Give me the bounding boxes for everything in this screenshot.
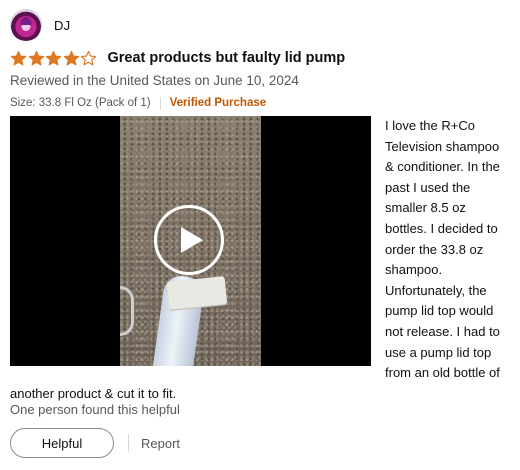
- star-filled-icon: [10, 50, 27, 65]
- review-meta: Size: 33.8 Fl Oz (Pack of 1) Verified Pu…: [10, 95, 510, 111]
- avatar[interactable]: [10, 9, 42, 41]
- verified-purchase-badge: Verified Purchase: [169, 97, 267, 109]
- star-rating[interactable]: [10, 50, 98, 67]
- star-empty-icon: [80, 50, 97, 65]
- review-title[interactable]: Great products but faulty lid pump: [108, 50, 346, 66]
- report-link[interactable]: Report: [141, 436, 180, 451]
- video-float-spacer: [10, 116, 385, 366]
- star-filled-icon: [63, 50, 79, 65]
- star-filled-icon: [28, 50, 44, 65]
- helpful-button[interactable]: Helpful: [10, 428, 114, 458]
- review-card: DJ Great products but faulty lid pump Re…: [10, 8, 510, 458]
- meta-divider: [159, 96, 161, 110]
- reviewer-profile[interactable]: DJ: [10, 8, 510, 42]
- helpful-count: One person found this helpful: [10, 402, 180, 417]
- review-actions: Helpful Report: [10, 428, 180, 458]
- reviewer-name[interactable]: DJ: [54, 18, 70, 33]
- review-body: I love the R+Co Television shampoo & con…: [10, 116, 510, 404]
- size-variant: Size: 33.8 Fl Oz (Pack of 1): [10, 97, 151, 109]
- review-title-row: Great products but faulty lid pump: [10, 48, 510, 68]
- star-filled-icon: [45, 50, 62, 65]
- action-divider: [128, 434, 129, 452]
- review-date: Reviewed in the United States on June 10…: [10, 73, 299, 88]
